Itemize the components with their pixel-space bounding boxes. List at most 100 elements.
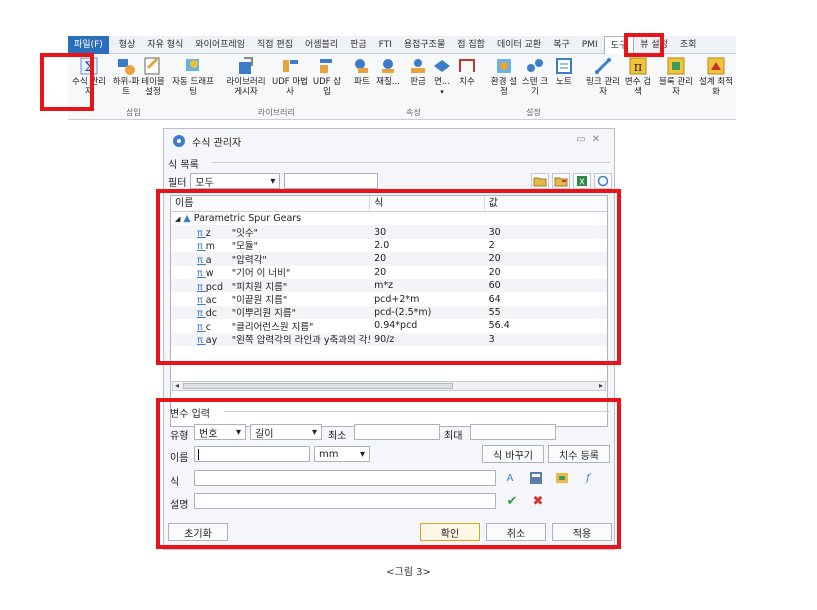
reset-button[interactable]: 초기화 — [168, 523, 228, 541]
tab-file[interactable]: 파일(F) — [68, 35, 109, 54]
svg-text:Σ: Σ — [84, 60, 93, 75]
open-folder-icon[interactable] — [531, 173, 549, 189]
tab-shape[interactable]: 형상 — [113, 36, 142, 54]
chevron-down-icon: ▾ — [311, 426, 317, 438]
stencil-size-button[interactable]: 스텐 크 기 — [520, 56, 550, 97]
variable-icon: π — [197, 335, 206, 347]
filter-input[interactable] — [284, 173, 379, 189]
tab-repair[interactable]: 복구 — [547, 36, 576, 54]
table-row[interactable]: π c "클리어런스원 지름" 0.94*pcd 56.4 — [171, 319, 607, 333]
save-folder-icon[interactable] — [552, 173, 570, 189]
chat-icon[interactable]: ▭ — [576, 134, 591, 145]
name-input[interactable] — [194, 446, 310, 462]
scroll-right-icon[interactable]: ▸ — [599, 381, 603, 390]
swap-formula-button[interactable]: 식 바꾸기 — [482, 445, 544, 463]
function-folder-icon[interactable] — [554, 470, 570, 486]
table-row[interactable]: π ay "왼쪽 압력각의 라인과 y축과의 각도" 90/z 3 — [171, 332, 607, 347]
scroll-left-icon[interactable]: ◂ — [175, 381, 179, 390]
ribbon-tab-bar: 파일(F) 형상 자유 형식 와이어프레임 직접 편집 어셈블리 판금 FTI … — [68, 35, 736, 54]
environment-settings-button[interactable]: 환경 설 정 — [488, 56, 520, 97]
tab-tools[interactable]: 도구 — [603, 35, 635, 54]
tab-data-exchange[interactable]: 데이터 교환 — [491, 36, 547, 54]
variable-expression: 20 — [374, 253, 387, 265]
filter-label: 필터 — [168, 177, 187, 189]
type-select[interactable]: 번호 ▾ — [194, 424, 246, 440]
auto-drafting-button[interactable]: 자동 드래프 팅 — [172, 56, 214, 97]
tab-view-settings[interactable]: 뷰 설정 — [634, 36, 674, 54]
svg-text:X: X — [579, 178, 585, 187]
column-header-value[interactable]: 값 — [485, 196, 607, 212]
table-row[interactable]: π pcd "피치원 지름" m*z 60 — [171, 278, 607, 293]
tab-inquiry[interactable]: 조회 — [674, 36, 703, 54]
tab-freeform[interactable]: 자유 형식 — [141, 36, 189, 54]
face-button[interactable]: 면... ▾ — [430, 56, 454, 97]
table-group-row[interactable]: ◢ ▲ Parametric Spur Gears — [171, 212, 607, 225]
stencil-icon — [525, 56, 545, 76]
expression-input[interactable] — [194, 470, 496, 486]
variable-name: pcd — [205, 281, 224, 293]
description-input[interactable] — [194, 493, 496, 509]
calculator-icon[interactable] — [528, 470, 544, 486]
font-icon[interactable]: A — [502, 470, 518, 486]
column-header-name[interactable]: 이름 — [171, 196, 371, 212]
table-icon — [143, 56, 163, 76]
function-icon[interactable]: f — [580, 470, 596, 486]
apply-button[interactable]: 적용 — [552, 523, 612, 541]
sheetmetal-button[interactable]: 판금 — [406, 56, 430, 87]
ok-button[interactable]: 확인 — [420, 523, 480, 541]
part-button[interactable]: 파트 — [350, 56, 374, 87]
udf-wizard-button[interactable]: UDF 마법 사 — [270, 56, 310, 97]
formula-manager-button[interactable]: Σ 수식 관리 자 — [70, 56, 108, 97]
close-icon[interactable]: ✕ — [592, 134, 606, 145]
material-icon — [378, 56, 398, 76]
collapse-triangle-icon[interactable]: ◢ — [175, 215, 180, 223]
tab-direct-edit[interactable]: 직접 편집 — [251, 36, 299, 54]
table-settings-button[interactable]: 테이블 설정 — [138, 56, 168, 97]
dimension-button[interactable]: 치수 — [456, 56, 478, 87]
variable-expression: 20 — [374, 266, 387, 278]
unit-select[interactable]: mm ▾ — [314, 446, 370, 462]
design-optimization-button[interactable]: 설계 최적 화 — [696, 56, 736, 97]
check-icon[interactable]: ✔ — [504, 493, 520, 509]
udf-insert-button[interactable]: UDF 삽 입 — [311, 56, 343, 97]
link-manager-button[interactable]: 링크 관리 자 — [584, 56, 622, 97]
min-input[interactable] — [354, 424, 440, 440]
block-manager-button[interactable]: 블록 관리 자 — [656, 56, 696, 97]
delete-icon[interactable]: ✖ — [530, 493, 546, 509]
max-input[interactable] — [470, 424, 556, 440]
tool-label: UDF 삽 — [312, 77, 342, 87]
refresh-icon[interactable] — [594, 173, 612, 189]
tab-assembly[interactable]: 어셈블리 — [299, 36, 344, 54]
table-row[interactable]: π a "압력각" 20 20 — [171, 252, 607, 266]
tool-label: 노트 — [556, 77, 572, 87]
tab-fti[interactable]: FTI — [373, 36, 398, 54]
group-label-library: 라이브러리 — [258, 108, 295, 117]
table-row[interactable]: π z "잇수" 30 30 — [171, 225, 607, 239]
excel-icon[interactable]: X — [573, 173, 591, 189]
table-row[interactable]: π w "기어 이 너비" 20 20 — [171, 266, 607, 280]
library-publisher-button[interactable]: 라이브러리 게시자 — [225, 56, 267, 97]
column-header-expression[interactable]: 식 — [370, 196, 485, 212]
filter-value: 모두 — [195, 177, 214, 189]
cancel-button[interactable]: 취소 — [486, 523, 546, 541]
tool-label: 설정 — [145, 87, 161, 97]
scroll-thumb[interactable] — [183, 383, 453, 389]
register-dimension-button[interactable]: 치수 등록 — [548, 445, 610, 463]
tab-pmi[interactable]: PMI — [576, 36, 604, 54]
kind-select[interactable]: 길이 ▾ — [250, 424, 322, 440]
ribbon-tools: Σ 수식 관리 자 하위-파트 테이블 설정 자동 드래프 팅 라이브러리 게시… — [68, 54, 736, 120]
filter-select[interactable]: 모두 ▾ — [190, 173, 281, 189]
tab-sheetmetal[interactable]: 판금 — [344, 36, 373, 54]
horizontal-scrollbar[interactable]: ◂ ▸ — [172, 381, 606, 391]
face-icon — [432, 56, 452, 76]
table-row[interactable]: π m "모듈" 2.0 2 — [171, 239, 607, 253]
tab-weldment[interactable]: 용접구조물 — [398, 36, 451, 54]
table-row[interactable]: π dc "이뿌리원 지름" pcd-(2.5*m) 55 — [171, 305, 607, 319]
tab-wireframe[interactable]: 와이어프레임 — [189, 36, 251, 54]
table-row[interactable]: π ac "이끝원 지름" pcd+2*m 64 — [171, 292, 607, 307]
group-label-settings: 설정 — [526, 108, 541, 117]
material-button[interactable]: 재질... — [374, 56, 402, 87]
note-button[interactable]: 노트 — [552, 56, 576, 87]
variable-search-button[interactable]: π 변수 검 색 — [622, 56, 654, 97]
tab-point-set[interactable]: 점 집합 — [451, 36, 491, 54]
